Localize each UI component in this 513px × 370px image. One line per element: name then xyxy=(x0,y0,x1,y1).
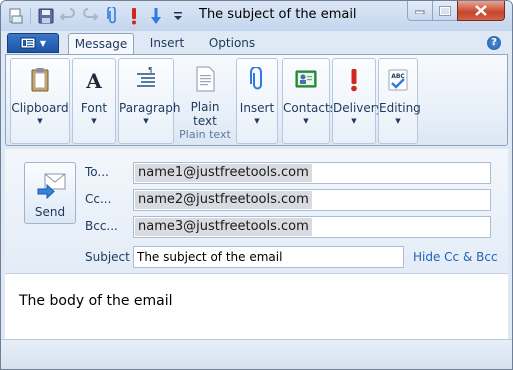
qat-separator xyxy=(27,6,35,26)
font-button[interactable]: A Font ▼ xyxy=(73,61,115,141)
ribbon-group-clipboard: Clipboard ▼ xyxy=(10,58,70,144)
maximize-button[interactable] xyxy=(432,1,458,21)
svg-text:A: A xyxy=(85,69,102,93)
message-body-editor[interactable]: The body of the email xyxy=(5,273,508,339)
close-button[interactable] xyxy=(457,1,505,21)
ribbon-group-plain-text: Plain text Plain text xyxy=(178,58,232,144)
ribbon-group-delivery: Delivery ▼ xyxy=(332,58,383,144)
editing-label: Editing xyxy=(379,101,421,115)
close-icon xyxy=(475,5,487,16)
send-label: Send xyxy=(34,205,66,219)
contacts-dropdown-icon: ▼ xyxy=(303,117,309,125)
spelling-check-icon: ABC xyxy=(388,69,408,91)
title-bar: The subject of the email xyxy=(1,1,512,31)
save-icon[interactable] xyxy=(35,6,57,26)
minimize-button[interactable] xyxy=(407,1,433,21)
contacts-button[interactable]: Contacts ▼ xyxy=(283,61,336,141)
ribbon-group-font: A Font ▼ xyxy=(72,58,116,144)
ribbon-panel: Clipboard ▼ A Font ▼ ¶ Paragraph ▼ Plain xyxy=(5,54,508,146)
clipboard-button[interactable]: Clipboard ▼ xyxy=(11,61,69,141)
app-menu-icon xyxy=(20,37,36,49)
tab-message[interactable]: Message xyxy=(68,33,134,55)
priority-low-icon[interactable] xyxy=(145,6,167,26)
undo-icon[interactable] xyxy=(57,6,79,26)
editing-button[interactable]: ABC Editing ▼ xyxy=(379,61,421,141)
contacts-icon xyxy=(295,70,317,88)
plain-text-label-line1: Plain xyxy=(190,100,220,114)
qat-customize-icon[interactable] xyxy=(167,6,189,26)
cc-recipient-chip[interactable]: name2@justfreetools.com xyxy=(135,191,312,209)
subject-label: Subject xyxy=(85,250,130,264)
to-recipient-chip[interactable]: name1@justfreetools.com xyxy=(135,164,312,182)
mail-compose-window: The subject of the email ▼ Message Inser… xyxy=(0,0,513,370)
bcc-field[interactable]: name3@justfreetools.com xyxy=(133,216,491,238)
message-body-text: The body of the email xyxy=(19,293,173,309)
attach-icon xyxy=(250,67,262,90)
font-label: Font xyxy=(80,101,108,115)
app-menu-chevron-icon: ▼ xyxy=(39,38,47,48)
ribbon-group-editing: ABC Editing ▼ xyxy=(378,58,421,144)
help-icon[interactable]: ? xyxy=(487,36,501,50)
clipboard-dropdown-icon: ▼ xyxy=(37,117,43,125)
plain-text-label: Plain text xyxy=(178,100,232,128)
font-dropdown-icon: ▼ xyxy=(91,117,97,125)
minimize-icon xyxy=(415,10,425,14)
delivery-priority-icon xyxy=(351,69,357,92)
to-label-button[interactable]: To... xyxy=(85,165,109,179)
attach-icon[interactable] xyxy=(101,6,123,26)
send-button[interactable]: Send xyxy=(24,162,76,224)
delivery-dropdown-icon: ▼ xyxy=(351,117,357,125)
clipboard-icon xyxy=(31,68,49,92)
insert-dropdown-icon: ▼ xyxy=(254,117,260,125)
maximize-icon xyxy=(439,5,451,16)
hide-cc-bcc-link[interactable]: Hide Cc & Bcc xyxy=(413,250,498,264)
plain-text-label-line2: text xyxy=(193,114,217,128)
bcc-label-button[interactable]: Bcc... xyxy=(85,219,118,233)
delivery-label: Delivery xyxy=(333,101,383,115)
insert-label: Insert xyxy=(239,101,275,115)
paragraph-dropdown-icon: ▼ xyxy=(143,117,149,125)
priority-high-icon[interactable] xyxy=(123,6,145,26)
ribbon-group-contacts: Contacts ▼ xyxy=(282,58,336,144)
ribbon-group-paragraph: ¶ Paragraph ▼ xyxy=(118,58,181,144)
window-menu-icon[interactable] xyxy=(5,6,27,26)
to-field[interactable]: name1@justfreetools.com xyxy=(133,162,491,184)
font-icon: A xyxy=(85,69,102,93)
app-menu-button[interactable]: ▼ xyxy=(7,33,59,53)
send-icon xyxy=(37,173,66,200)
subject-value: The subject of the email xyxy=(137,250,283,264)
paragraph-button[interactable]: ¶ Paragraph ▼ xyxy=(119,61,181,141)
ribbon-group-insert: Insert ▼ xyxy=(236,58,278,144)
status-bar xyxy=(1,339,512,369)
message-header: Send To... name1@justfreetools.com Cc...… xyxy=(5,149,508,273)
editing-dropdown-icon: ▼ xyxy=(395,117,401,125)
contacts-label: Contacts xyxy=(283,101,336,115)
svg-text:¶: ¶ xyxy=(148,67,152,74)
redo-icon[interactable] xyxy=(79,6,101,26)
insert-button[interactable]: Insert ▼ xyxy=(237,61,277,141)
quick-access-toolbar xyxy=(5,6,189,26)
cc-label-button[interactable]: Cc... xyxy=(85,192,111,206)
bcc-recipient-chip[interactable]: name3@justfreetools.com xyxy=(135,218,312,236)
cc-field[interactable]: name2@justfreetools.com xyxy=(133,189,491,211)
subject-input[interactable]: The subject of the email xyxy=(133,246,404,268)
tab-options[interactable]: Options xyxy=(201,33,263,55)
window-title: The subject of the email xyxy=(199,7,357,22)
plain-text-icon xyxy=(196,66,215,92)
clipboard-label: Clipboard xyxy=(11,101,69,115)
paragraph-icon: ¶ xyxy=(137,67,155,87)
paragraph-label: Paragraph xyxy=(119,101,181,115)
delivery-button[interactable]: Delivery ▼ xyxy=(333,61,383,141)
plain-text-group-caption: Plain text xyxy=(179,128,231,141)
ribbon-tab-row: ▼ Message Insert Options ? xyxy=(1,31,512,55)
tab-insert[interactable]: Insert xyxy=(140,33,194,55)
